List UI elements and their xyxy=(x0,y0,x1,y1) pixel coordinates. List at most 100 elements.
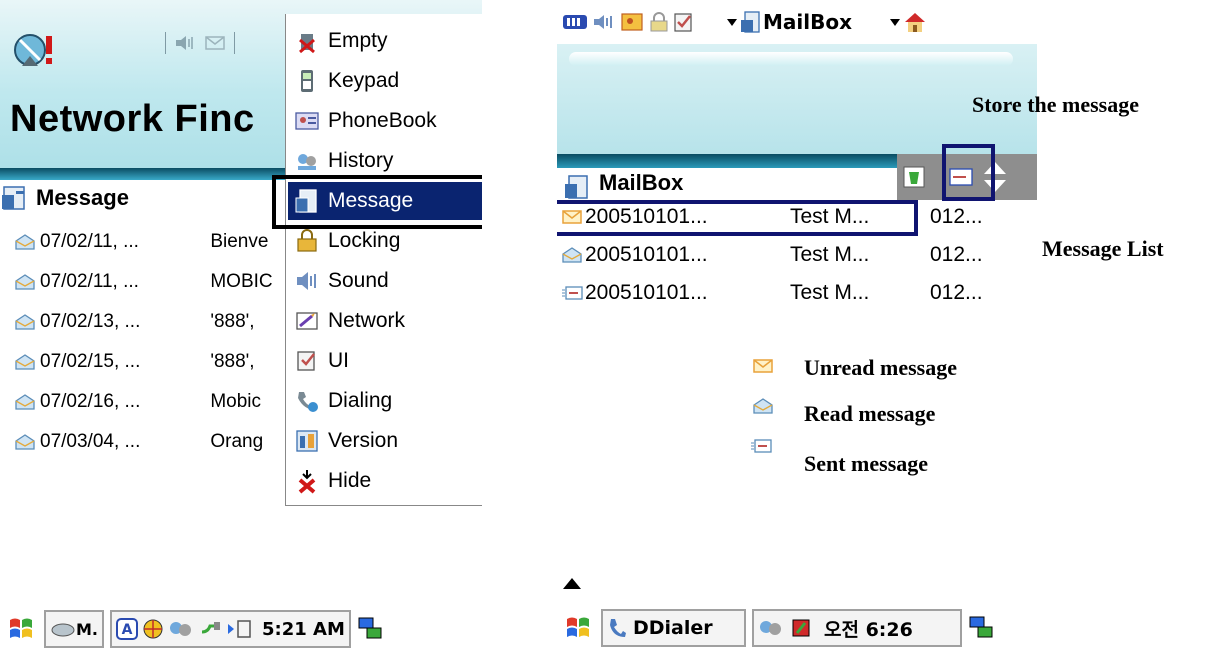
read-message-icon xyxy=(15,394,35,410)
highlight-box-store xyxy=(942,144,995,201)
list-item[interactable]: 07/02/11, ... MOBIC xyxy=(0,262,300,302)
read-message-icon xyxy=(753,398,773,414)
taskbar-app-label: DDialer xyxy=(633,617,713,639)
phone-signal-icon[interactable] xyxy=(226,618,252,640)
app-header xyxy=(557,44,1037,154)
highlight-box-message-list xyxy=(557,200,918,236)
menu-item-phonebook[interactable]: PhoneBook xyxy=(288,102,482,140)
battery-icon xyxy=(563,15,587,29)
message-subject: Test M... xyxy=(790,243,870,266)
speaker-icon[interactable] xyxy=(591,11,619,33)
menu-item-version[interactable]: Version xyxy=(288,422,482,460)
message-sender: 012... xyxy=(930,243,983,266)
windows-start-icon[interactable] xyxy=(6,614,38,644)
settings-check-icon[interactable] xyxy=(671,11,697,33)
taskbar: M. A 5:21 AM xyxy=(0,605,482,653)
phone-status-icon[interactable] xyxy=(790,617,812,639)
network-sync-icon[interactable] xyxy=(168,618,194,640)
legend-unread-label: Unread message xyxy=(804,355,957,380)
message-date: 07/02/11, ... xyxy=(40,271,139,292)
titlebar-label[interactable]: MailBox xyxy=(763,10,852,34)
version-icon xyxy=(296,430,318,452)
lock-icon[interactable] xyxy=(647,11,671,33)
mailbox-icon xyxy=(2,186,25,210)
history-icon xyxy=(298,154,316,170)
message-sender: 012... xyxy=(930,281,983,304)
locking-icon xyxy=(297,229,317,252)
taskbar-app-label: M. xyxy=(76,619,98,639)
dish-icon xyxy=(51,623,75,637)
unread-message-icon xyxy=(753,359,773,373)
read-message-icon xyxy=(15,354,35,370)
menu-item-sound[interactable]: Sound xyxy=(288,262,482,300)
keyboard-toggle-icon[interactable] xyxy=(968,615,996,641)
list-item[interactable]: 07/02/11, ... Bienve xyxy=(0,222,300,262)
keypad-icon xyxy=(301,70,313,92)
message-date: 07/02/16, ... xyxy=(40,391,141,412)
speaker-icon[interactable] xyxy=(174,34,196,52)
menu-item-empty[interactable]: Empty xyxy=(288,22,482,60)
menu-item-label: Sound xyxy=(328,269,389,292)
keyboard-toggle-icon[interactable] xyxy=(357,616,385,642)
message-sender: 012... xyxy=(930,205,983,228)
dropdown-arrow-icon[interactable] xyxy=(725,16,739,28)
list-item[interactable]: 200510101... Test M... 012... xyxy=(557,274,1037,312)
annotation-store-message: Store the message xyxy=(972,92,1139,117)
message-date: 07/03/04, ... xyxy=(40,431,141,452)
menu-item-label: Version xyxy=(328,429,399,452)
home-icon[interactable] xyxy=(902,10,928,34)
scroll-up-arrow-icon[interactable] xyxy=(563,578,581,589)
trash-icon[interactable] xyxy=(901,164,927,190)
separator xyxy=(234,32,235,54)
taskbar-app-button[interactable]: M. xyxy=(44,610,104,648)
title-bar: MailBox xyxy=(557,0,1037,44)
contacts-icon[interactable] xyxy=(619,11,647,33)
mailbox-icon xyxy=(565,175,588,199)
globe-icon[interactable] xyxy=(142,618,164,640)
menu-item-network[interactable]: Network xyxy=(288,302,482,340)
hide-icon xyxy=(298,470,316,494)
highlight-box-message xyxy=(272,175,482,229)
right-device-screen: MailBox MailBox 200510101... Test M... 0… xyxy=(557,0,1037,653)
menu-item-label: Keypad xyxy=(328,69,400,92)
list-item[interactable]: 07/02/16, ... Mobic xyxy=(0,382,300,422)
power-plug-icon[interactable] xyxy=(198,618,222,640)
annotation-message-list: Message List xyxy=(1042,236,1164,261)
list-item[interactable]: 200510101... Test M... 012... xyxy=(557,236,1037,274)
message-date: 07/02/11, ... xyxy=(40,231,139,252)
section-title: Message xyxy=(36,185,129,210)
app-title: Network Finc xyxy=(10,98,255,140)
status-icons xyxy=(165,30,285,56)
dropdown-arrow-icon[interactable] xyxy=(888,16,902,28)
clock: 오전 6:26 xyxy=(824,618,913,641)
message-list: 07/02/11, ... Bienve 07/02/11, ... MOBIC… xyxy=(0,222,300,462)
svg-text:A: A xyxy=(122,622,133,638)
envelope-icon[interactable] xyxy=(204,34,226,52)
windows-start-icon[interactable] xyxy=(563,613,595,643)
network-sync-icon[interactable] xyxy=(758,617,784,639)
message-subject: Test M... xyxy=(790,281,870,304)
menu-item-ui[interactable]: UI xyxy=(288,342,482,380)
input-a-icon[interactable]: A xyxy=(116,618,138,640)
header-input-bar xyxy=(569,52,1013,66)
list-item[interactable]: 07/02/15, ... '888', xyxy=(0,342,300,382)
empty-icon xyxy=(299,34,315,54)
menu-item-label: Network xyxy=(328,309,406,332)
menu-item-hide[interactable]: Hide xyxy=(288,462,482,500)
taskbar-app-button[interactable]: DDialer xyxy=(601,609,746,647)
menu-item-keypad[interactable]: Keypad xyxy=(288,62,482,100)
clock: 5:21 AM xyxy=(262,618,345,640)
sent-message-icon xyxy=(751,439,772,453)
menu-item-dialing[interactable]: Dialing xyxy=(288,382,482,420)
list-item[interactable]: 07/02/13, ... '888', xyxy=(0,302,300,342)
legend-sent-label: Sent message xyxy=(804,451,929,476)
message-date: 07/02/13, ... xyxy=(40,311,141,332)
left-device-screen: Network Finc Message 07/02/11, ... Bienv… xyxy=(0,0,482,653)
read-message-icon xyxy=(15,314,35,330)
message-date: 200510101... xyxy=(585,243,708,266)
sent-message-icon xyxy=(562,286,583,300)
tray-icons: 오전 6:26 xyxy=(752,609,962,647)
list-item[interactable]: 07/03/04, ... Orang xyxy=(0,422,300,462)
dropdown-menu: Empty Keypad PhoneBook History Message L… xyxy=(285,14,482,506)
menu-item-label: History xyxy=(328,149,394,172)
